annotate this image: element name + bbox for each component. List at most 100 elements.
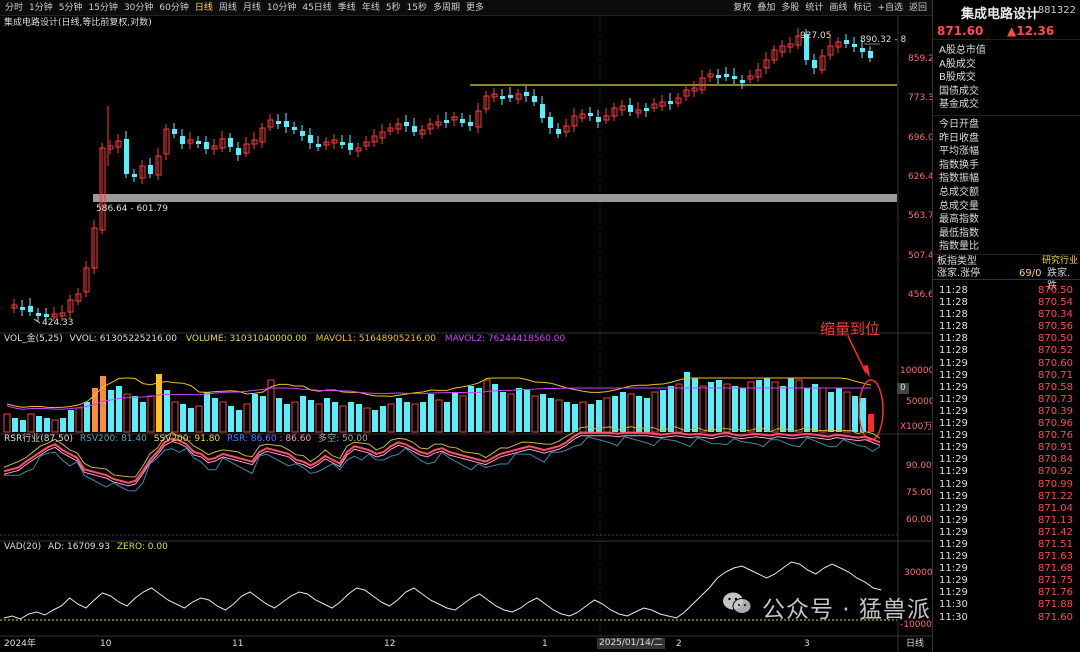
period-tab[interactable]: 周线	[216, 2, 240, 14]
volume-bar	[315, 403, 323, 433]
volume-axis-zero: 0	[897, 383, 909, 394]
candle-body	[284, 121, 289, 127]
tool-button[interactable]: 叠加	[754, 2, 778, 14]
tool-button[interactable]: 标记	[850, 2, 874, 14]
volume-bar	[452, 392, 458, 432]
candle-body	[292, 127, 297, 130]
tool-button[interactable]: 多股	[778, 2, 802, 14]
candle-body	[740, 80, 745, 83]
candle-body	[844, 40, 849, 44]
period-tab[interactable]: 更多	[463, 2, 487, 14]
price-axis-456: 456.6	[908, 290, 934, 300]
period-tab[interactable]: 5秒	[383, 2, 404, 14]
candle-body	[852, 44, 857, 47]
candle-body	[20, 307, 25, 310]
tick-row: 11:29 870.73	[939, 393, 1073, 405]
candle-body	[668, 101, 673, 104]
candle-body	[468, 122, 473, 126]
volume-bar	[651, 391, 659, 433]
date-2: 2	[676, 639, 682, 649]
period-tab[interactable]: 月线	[240, 2, 264, 14]
stat-label: 指数振幅	[939, 173, 979, 185]
volume-bar	[476, 388, 482, 432]
tick-list[interactable]: 11:28 870.50 11:28 870.54 11:28 870.34 11:28 87…	[933, 285, 1080, 624]
candle-body	[36, 313, 41, 316]
volume-bar	[324, 398, 330, 432]
tick-row: 11:29 870.39	[939, 405, 1073, 417]
period-tab[interactable]: 季线	[335, 2, 359, 14]
tool-button[interactable]: 复权	[730, 2, 754, 14]
period-tab[interactable]: 年线	[359, 2, 383, 14]
tool-button[interactable]: 返回	[906, 2, 930, 14]
volume-bar	[171, 401, 179, 433]
period-tab[interactable]: 多周期	[430, 2, 463, 14]
volume-bar	[500, 392, 506, 432]
period-tab[interactable]: 5分钟	[56, 2, 86, 14]
tick-row: 11:29 870.76	[939, 430, 1073, 442]
candle-body	[228, 138, 233, 147]
candle-body	[308, 135, 313, 143]
stat-label: A股成交	[939, 58, 976, 70]
high-price-label: 927.05	[800, 31, 832, 41]
period-tab[interactable]: 分时	[2, 2, 26, 14]
volume-bar	[363, 407, 371, 433]
volume-bar	[483, 379, 491, 433]
period-tab[interactable]: 1分钟	[26, 2, 56, 14]
volume-bar	[116, 386, 122, 432]
volume-bar	[780, 386, 786, 432]
period-tab[interactable]: 45日线	[299, 2, 334, 14]
stat-label: 最高指数	[939, 214, 979, 226]
period-tab[interactable]: 60分钟	[156, 2, 191, 14]
candle-body	[724, 74, 729, 77]
period-tab[interactable]: 15分钟	[85, 2, 120, 14]
volume-bar	[308, 400, 314, 432]
candle-body	[316, 144, 321, 147]
candle-body	[148, 165, 153, 174]
price-axis-507: 507.4	[908, 251, 934, 261]
tick-row: 11:30 871.88	[939, 599, 1073, 611]
tick-row: 11:29 871.51	[939, 538, 1073, 550]
tool-button[interactable]: +自选	[874, 2, 906, 14]
volume-bar	[60, 418, 66, 432]
date-11: 11	[232, 639, 244, 649]
tool-button[interactable]: 统计	[802, 2, 826, 14]
annotation-arrowhead	[862, 365, 870, 378]
period-tab[interactable]: 30分钟	[121, 2, 156, 14]
quote-panel: 集成电路设计 881322 871.60 ▲12.36 A股总市值 A股成交 B股成…	[932, 0, 1080, 652]
tool-button[interactable]: 画线	[826, 2, 850, 14]
volume-bar	[819, 387, 827, 433]
volume-axis-100000: 100000	[900, 366, 935, 376]
index-code: 881322	[1037, 5, 1076, 16]
candle-body	[196, 141, 201, 144]
updown-row: 涨家.涨停 69/0 跌家.跌	[933, 267, 1080, 292]
price-axis-696: 696.0	[908, 133, 934, 143]
volume-bar	[396, 398, 402, 432]
tick-row: 11:28 870.50	[939, 333, 1073, 345]
rsr-axis-90: 90.00	[906, 461, 932, 471]
volume-bar	[660, 390, 666, 432]
volume-bar	[108, 390, 114, 432]
period-tab[interactable]: 10分钟	[264, 2, 299, 14]
volume-bar	[788, 378, 794, 432]
vad-axis-30000: 30000	[904, 568, 933, 578]
vad-header: VAD(20) AD: 16709.93 ZERO: 0.00	[4, 542, 168, 552]
volume-bar	[627, 393, 635, 433]
tick-row: 11:29 870.92	[939, 466, 1073, 478]
period-tab[interactable]: 日线	[192, 2, 216, 14]
volume-bar	[828, 392, 834, 432]
quote-header: 集成电路设计 881322	[933, 0, 1080, 22]
tick-row: 11:29 870.91	[939, 442, 1073, 454]
tick-row: 11:29 871.42	[939, 526, 1073, 538]
period-tab[interactable]: 15秒	[404, 2, 430, 14]
low-marker	[33, 318, 41, 324]
volume-bar	[411, 403, 419, 433]
volume-bar	[12, 418, 18, 432]
volume-header: VOL_金(5,25) VVOL: 61305225216.00 VOLUME:…	[4, 334, 566, 344]
last-price-label: 890.32 - 8	[860, 35, 907, 45]
volume-bar	[804, 388, 810, 432]
stat-label: 国债成交	[939, 85, 979, 97]
volume-bar	[612, 396, 618, 432]
volume-bar	[572, 404, 578, 432]
tick-row: 11:29 870.99	[939, 478, 1073, 490]
date-cursor: 2025/01/14/二	[597, 638, 665, 649]
